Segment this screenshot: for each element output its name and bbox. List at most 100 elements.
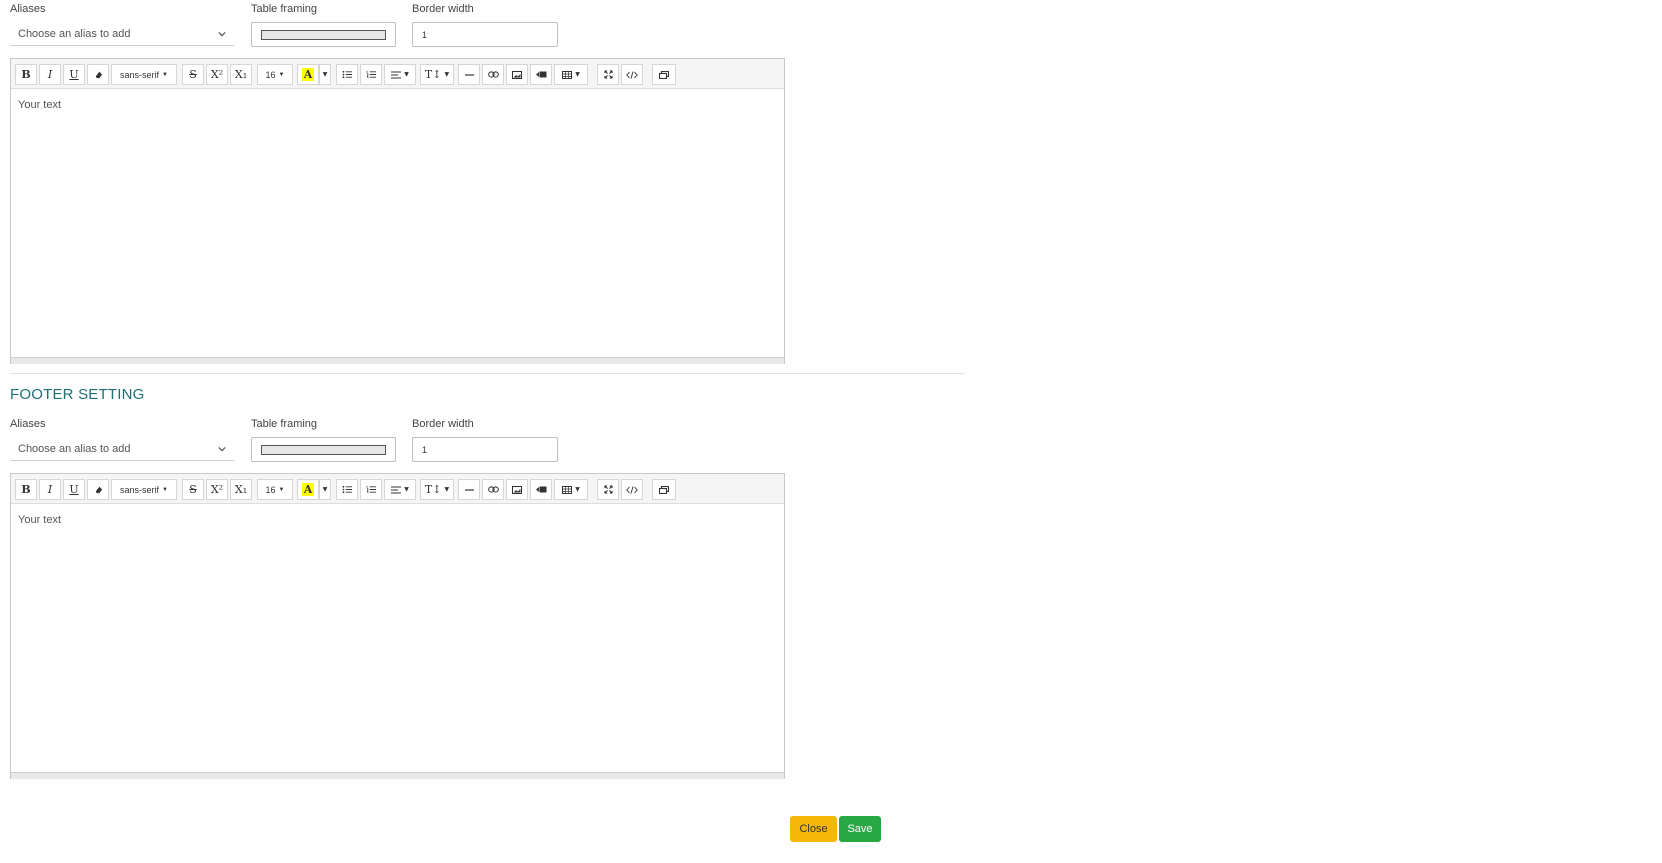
ordered-list-button[interactable] <box>360 64 382 85</box>
code-view-icon <box>626 485 638 494</box>
superscript-button[interactable]: X² <box>206 479 228 500</box>
bold-button[interactable]: B <box>15 479 37 500</box>
underline-button[interactable]: U <box>63 479 85 500</box>
help-button[interactable] <box>652 479 676 500</box>
table-dropdown[interactable]: ▼ <box>554 64 588 85</box>
picture-icon <box>512 485 522 494</box>
aliases-placeholder: Choose an alias to add <box>18 27 131 40</box>
fullscreen-icon <box>603 485 613 494</box>
line-height-dropdown[interactable]: T↕ ▼ <box>420 64 454 85</box>
editor-resize-bar[interactable] <box>11 772 784 779</box>
font-name-dropdown[interactable]: sans-serif ▼ <box>111 64 177 85</box>
aliases-select[interactable]: Choose an alias to add <box>10 437 234 461</box>
framing-swatch <box>261 29 386 40</box>
font-color-button[interactable]: A <box>297 64 319 85</box>
caret-down-icon: ▼ <box>404 71 409 78</box>
font-size-dropdown[interactable]: 16 ▼ <box>257 64 293 85</box>
border-width-input[interactable]: 1 <box>412 437 558 462</box>
strikethrough-button[interactable]: S <box>182 479 204 500</box>
unordered-list-button[interactable] <box>336 64 358 85</box>
table-dropdown[interactable]: ▼ <box>554 479 588 500</box>
help-button[interactable] <box>652 64 676 85</box>
border-width-input[interactable]: 1 <box>412 22 558 47</box>
align-dropdown[interactable]: ▼ <box>384 64 416 85</box>
caret-down-icon: ▼ <box>575 71 580 78</box>
fullscreen-button[interactable] <box>597 64 619 85</box>
line-height-icon: T↕ <box>424 68 442 81</box>
editor-toolbar: B I U sans-serif ▼ S X² X₁ 16 ▼ A ▼ ▼ T↕ ▼ <box>11 59 784 89</box>
align-icon <box>391 71 402 78</box>
table-framing-picker[interactable] <box>251 22 396 47</box>
align-dropdown[interactable]: ▼ <box>384 479 416 500</box>
ordered-list-icon <box>366 70 376 79</box>
code-view-button[interactable] <box>621 64 643 85</box>
subscript-button[interactable]: X₁ <box>230 64 252 85</box>
italic-button[interactable]: I <box>39 64 61 85</box>
caret-down-icon: ▼ <box>278 71 285 78</box>
font-size-value: 16 <box>265 69 276 80</box>
unordered-list-icon <box>342 485 352 494</box>
editor-content[interactable]: Your text <box>11 89 784 357</box>
line-height-dropdown[interactable]: T↕ ▼ <box>420 479 454 500</box>
strikethrough-button[interactable]: S <box>182 64 204 85</box>
subscript-button[interactable]: X₁ <box>230 479 252 500</box>
chevron-down-icon <box>218 31 226 36</box>
eraser-icon <box>95 71 102 79</box>
eraser-icon <box>95 486 102 494</box>
link-button[interactable] <box>482 64 504 85</box>
caret-down-icon: ▼ <box>278 486 285 493</box>
picture-button[interactable] <box>506 64 528 85</box>
italic-button[interactable]: I <box>39 479 61 500</box>
picture-button[interactable] <box>506 479 528 500</box>
table-framing-label: Table framing <box>251 418 318 430</box>
fullscreen-button[interactable] <box>597 479 619 500</box>
editor-resize-bar[interactable] <box>11 357 784 364</box>
font-color-button[interactable]: A <box>297 479 319 500</box>
unordered-list-icon <box>342 70 352 79</box>
caret-down-icon: ▼ <box>162 486 168 493</box>
font-size-dropdown[interactable]: 16 ▼ <box>257 479 293 500</box>
horizontal-rule-button[interactable] <box>458 479 480 500</box>
horizontal-rule-icon <box>464 73 474 76</box>
aliases-select[interactable]: Choose an alias to add <box>10 22 234 46</box>
caret-down-icon: ▼ <box>322 486 328 493</box>
link-button[interactable] <box>482 479 504 500</box>
video-button[interactable] <box>530 64 552 85</box>
save-button[interactable]: Save <box>839 816 881 842</box>
video-button[interactable] <box>530 479 552 500</box>
ordered-list-button[interactable] <box>360 479 382 500</box>
editor-toolbar: B I U sans-serif ▼ S X² X₁ 16 ▼ A ▼ ▼ T↕ ▼ <box>11 474 784 504</box>
help-icon <box>659 70 669 79</box>
horizontal-rule-icon <box>464 488 474 491</box>
close-button[interactable]: Close <box>790 816 837 842</box>
font-name-dropdown[interactable]: sans-serif ▼ <box>111 479 177 500</box>
caret-down-icon: ▼ <box>444 71 450 78</box>
font-color-dropdown[interactable]: ▼ <box>319 64 331 85</box>
bold-button[interactable]: B <box>15 64 37 85</box>
framing-swatch <box>261 444 386 455</box>
font-name-value: sans-serif <box>120 484 160 495</box>
link-icon <box>487 486 499 493</box>
ordered-list-icon <box>366 485 376 494</box>
eraser-button[interactable] <box>87 64 109 85</box>
table-framing-picker[interactable] <box>251 437 396 462</box>
font-color-icon: A <box>301 483 315 496</box>
fullscreen-icon <box>603 70 613 79</box>
section-divider <box>10 373 964 374</box>
table-icon <box>562 70 573 79</box>
unordered-list-button[interactable] <box>336 479 358 500</box>
footer-setting-title: FOOTER SETTING <box>10 386 145 403</box>
horizontal-rule-button[interactable] <box>458 64 480 85</box>
font-name-value: sans-serif <box>120 69 160 80</box>
font-size-value: 16 <box>265 484 276 495</box>
footer-editor: B I U sans-serif ▼ S X² X₁ 16 ▼ A ▼ ▼ T↕ ▼ <box>10 473 785 779</box>
superscript-button[interactable]: X² <box>206 64 228 85</box>
line-height-icon: T↕ <box>424 483 442 496</box>
underline-button[interactable]: U <box>63 64 85 85</box>
editor-content[interactable]: Your text <box>11 504 784 772</box>
code-view-icon <box>626 70 638 79</box>
code-view-button[interactable] <box>621 479 643 500</box>
eraser-button[interactable] <box>87 479 109 500</box>
font-color-dropdown[interactable]: ▼ <box>319 479 331 500</box>
link-icon <box>487 71 499 78</box>
